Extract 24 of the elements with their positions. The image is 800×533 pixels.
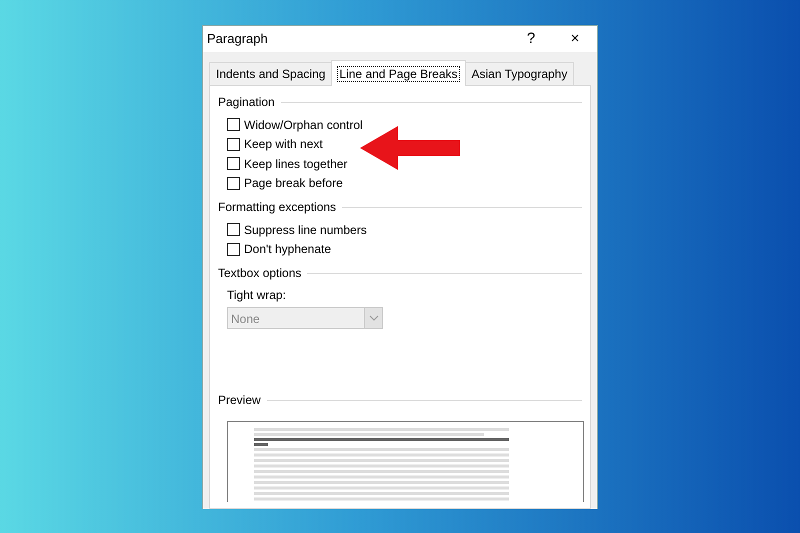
checkbox[interactable] <box>227 138 240 151</box>
section-heading: Pagination <box>218 94 275 111</box>
checkbox[interactable] <box>227 223 240 236</box>
checkbox-label[interactable]: Suppress line numbers <box>244 220 367 239</box>
checkbox-label[interactable]: Keep with next <box>244 135 323 154</box>
tab[interactable]: Line and Page Breaks <box>331 60 466 86</box>
checkbox[interactable] <box>227 118 240 132</box>
section-heading: Preview <box>218 392 261 409</box>
checkbox-label[interactable]: Widow/Orphan control <box>244 116 363 134</box>
tab[interactable]: Asian Typography <box>464 62 574 85</box>
checkbox-label[interactable]: Page break before <box>244 174 343 192</box>
checkbox[interactable] <box>227 157 240 170</box>
section-heading: Formatting exceptions <box>218 199 336 216</box>
close-button[interactable]: × <box>553 28 597 50</box>
checkbox-label[interactable]: Don't hyphenate <box>244 240 332 258</box>
window-title: Paragraph <box>207 30 269 48</box>
field-label: Tight wrap: <box>227 287 287 304</box>
checkbox-label[interactable]: Keep lines together <box>244 154 348 173</box>
chevron-icon <box>368 315 378 321</box>
checkbox[interactable] <box>227 176 240 190</box>
help-button[interactable]: ? <box>509 28 553 50</box>
checkbox[interactable] <box>227 242 240 256</box>
section-heading: Textbox options <box>218 265 302 282</box>
tab[interactable]: Indents and Spacing <box>209 62 332 85</box>
